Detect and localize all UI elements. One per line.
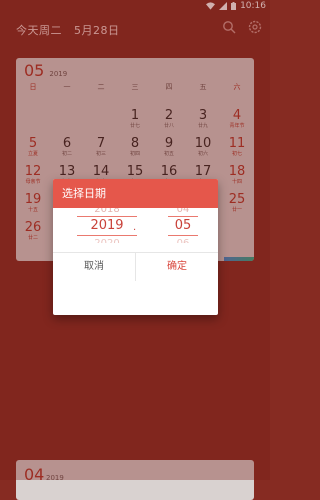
dialog-actions: 取消 确定 <box>53 252 218 281</box>
month-line-top <box>168 216 198 217</box>
date-separator: . <box>133 222 137 233</box>
month-line-bottom <box>168 235 198 236</box>
confirm-button[interactable]: 确定 <box>136 253 218 281</box>
cancel-button[interactable]: 取消 <box>53 253 136 281</box>
month-prev: 04 <box>176 208 190 215</box>
month-next: 06 <box>168 237 198 243</box>
year-line-top <box>77 216 137 217</box>
year-next: 2020 <box>77 237 137 243</box>
date-picker-dialog: 选择日期 2018 2019 2020 . 04 05 06 取消 确定 <box>53 179 218 315</box>
year-line-bottom <box>77 235 137 236</box>
month-value: 05 <box>174 218 192 233</box>
month-wheel[interactable]: 04 05 06 <box>168 208 198 243</box>
year-value: 2019 <box>90 218 124 233</box>
year-prev: 2018 <box>94 208 120 215</box>
dialog-title: 选择日期 <box>53 179 218 208</box>
year-wheel[interactable]: 2018 2019 2020 <box>77 208 137 243</box>
date-picker: 2018 2019 2020 . 04 05 06 <box>53 208 218 250</box>
